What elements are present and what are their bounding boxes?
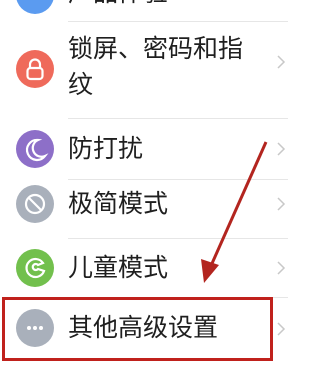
chevron-right-icon	[277, 261, 286, 275]
chevron-right-icon	[277, 142, 286, 156]
partial-icon	[16, 0, 54, 14]
settings-item-lock-label-line1: 锁屏、密码和指	[68, 34, 244, 63]
settings-item-minimal[interactable]: 极简模式	[0, 180, 288, 238]
settings-item-top-label: 产品体验	[68, 0, 168, 8]
chevron-right-icon	[277, 197, 286, 211]
annotation-highlight-box	[2, 297, 273, 361]
settings-item-minimal-label: 极简模式	[68, 189, 169, 218]
settings-item-kids[interactable]: 儿童模式	[0, 239, 288, 297]
kids-mode-icon	[16, 249, 54, 287]
chevron-right-icon	[277, 55, 286, 69]
settings-screen: 产品体验 锁屏、密码和指 纹 防打扰	[0, 0, 288, 373]
settings-item-lock-screen[interactable]: 锁屏、密码和指 纹	[0, 22, 288, 118]
minimal-mode-icon	[16, 185, 54, 223]
lock-icon	[16, 50, 54, 88]
settings-item-top-partial[interactable]: 产品体验	[0, 0, 288, 14]
settings-item-dnd[interactable]: 防打扰	[0, 119, 288, 179]
settings-item-lock-label-line2: 纹	[68, 70, 94, 99]
settings-item-dnd-label: 防打扰	[68, 134, 144, 163]
chevron-right-icon	[277, 322, 286, 336]
settings-item-kids-label: 儿童模式	[68, 253, 169, 282]
moon-icon	[16, 130, 54, 168]
